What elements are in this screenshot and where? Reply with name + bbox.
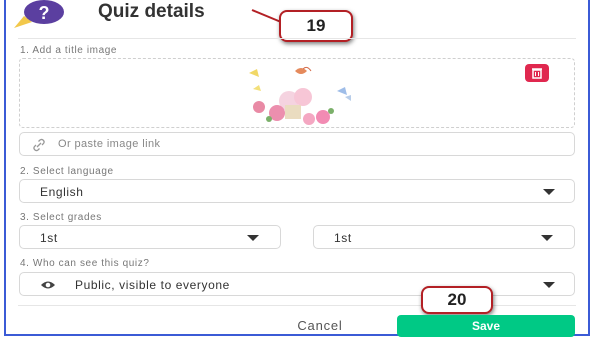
title-image-label: 1. Add a title image [20,45,118,56]
eye-icon [41,281,55,289]
grade-from-select[interactable]: 1st [19,225,281,249]
visibility-value: Public, visible to everyone [75,278,230,292]
image-link-placeholder: Or paste image link [58,138,161,150]
grade-to-select[interactable]: 1st [313,225,575,249]
grade-to-value: 1st [334,231,352,245]
language-value: English [40,185,84,199]
chevron-down-icon [247,235,259,241]
save-button[interactable]: Save [397,315,575,337]
delete-image-button[interactable] [525,64,549,82]
grade-from-value: 1st [40,231,58,245]
svg-text:?: ? [39,3,50,23]
link-icon [33,138,45,152]
visibility-label: 4. Who can see this quiz? [20,258,150,269]
cancel-button[interactable]: Cancel [262,316,378,336]
grades-label: 3. Select grades [20,212,102,223]
language-select[interactable]: English [19,179,575,203]
chevron-down-icon [543,282,555,288]
chevron-down-icon [543,189,555,195]
quiz-logo-icon: ? [14,0,64,28]
step-badge: 20 [421,286,493,314]
title-image-thumbnail [225,61,367,127]
trash-icon [532,68,542,79]
language-label: 2. Select language [20,166,114,177]
page-title: Quiz details [98,1,205,22]
header-divider [18,38,576,39]
image-link-field[interactable]: Or paste image link [19,132,575,156]
chevron-down-icon [541,235,553,241]
